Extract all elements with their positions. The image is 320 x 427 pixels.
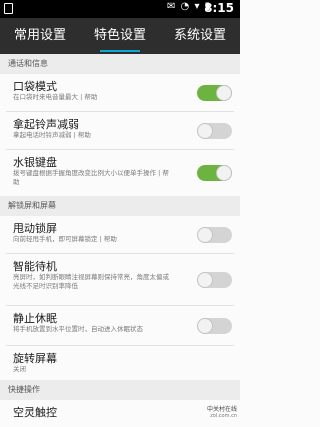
setting-title: 空灵触控 [13,406,57,419]
setting-rotate-screen[interactable]: 旋转屏幕 关闭 [0,346,240,380]
toggle-pickup-quiet[interactable] [197,123,232,139]
setting-smart-standby[interactable]: 智能待机 亮屏时，如判断眼睛注视屏幕则保持常亮，角度太偏或光线不足时识别率降低 [0,254,240,306]
setting-title: 智能待机 [13,260,57,273]
toggle-smart-standby[interactable] [197,272,232,288]
active-tab-indicator [100,50,140,52]
section-header-shortcut: 快捷操作 [0,380,240,400]
tab-feature-settings[interactable]: 特色设置 [80,18,160,54]
tab-common-settings[interactable]: 常用设置 [0,18,80,54]
section-header-calls: 通话和信息 [0,54,240,74]
toggle-knob [197,272,213,288]
toggle-knob [197,123,213,139]
setting-pocket-mode[interactable]: 口袋模式 在口袋时来电音量最大 | 帮助 [0,74,240,112]
watermark-url: zol.com.cn [210,413,237,419]
setting-title: 甩动锁屏 [13,222,57,235]
setting-subtitle: 向前轻甩手机，即可屏幕锁定 | 帮助 [13,235,117,243]
setting-title: 静止休眠 [13,312,57,325]
setting-subtitle: 拿起电话时铃声减弱 | 帮助 [13,131,91,139]
setting-title: 口袋模式 [13,80,57,93]
section-header-lock: 解锁屏和屏幕 [0,196,240,216]
setting-subtitle: 拨号键盘根据手握角度改变比例大小以便单手操作 | 帮助 [13,169,169,186]
toggle-pocket-mode[interactable] [197,85,232,101]
setting-pickup-quiet[interactable]: 拿起铃声减弱 拿起电话时铃声减弱 | 帮助 [0,112,240,150]
status-time: 8:15 [204,1,234,15]
toggle-static-sleep[interactable] [197,318,232,334]
setting-static-sleep[interactable]: 静止休眠 将手机放置到水平位置时，自动进入休眠状态 [0,306,240,346]
setting-mercury-keypad[interactable]: 水银键盘 拨号键盘根据手握角度改变比例大小以便单手操作 | 帮助 [0,150,240,196]
app-notification-icon [4,3,13,14]
toggle-shake-lock[interactable] [197,227,232,243]
setting-subtitle: 亮屏时，如判断眼睛注视屏幕则保持常亮，角度太偏或光线不足时识别率降低 [13,273,169,290]
toggle-knob [197,318,213,334]
setting-title: 拿起铃声减弱 [13,118,79,131]
watermark-logo: 中关村在线 zol.com.cn [197,404,237,424]
toggle-knob [216,85,232,101]
watermark-text: 中关村在线 [206,406,237,413]
tab-system-settings[interactable]: 系统设置 [160,18,240,54]
toggle-knob [197,227,213,243]
tab-bar: 常用设置 特色设置 系统设置 [0,18,240,54]
setting-title: 旋转屏幕 [13,352,57,365]
toggle-knob [216,165,232,181]
setting-shake-lock[interactable]: 甩动锁屏 向前轻甩手机，即可屏幕锁定 | 帮助 [0,216,240,254]
setting-subtitle: 关闭 [13,365,26,373]
setting-title: 水银键盘 [13,156,57,169]
settings-list[interactable]: 通话和信息 口袋模式 在口袋时来电音量最大 | 帮助 拿起铃声减弱 拿起电话时铃… [0,54,240,427]
setting-subtitle: 在口袋时来电音量最大 | 帮助 [13,93,98,101]
toggle-mercury-keypad[interactable] [197,165,232,181]
setting-subtitle: 将手机放置到水平位置时，自动进入休眠状态 [13,325,143,333]
status-bar: ✉ ◔ ▾ ▮ 8:15 [0,0,240,18]
